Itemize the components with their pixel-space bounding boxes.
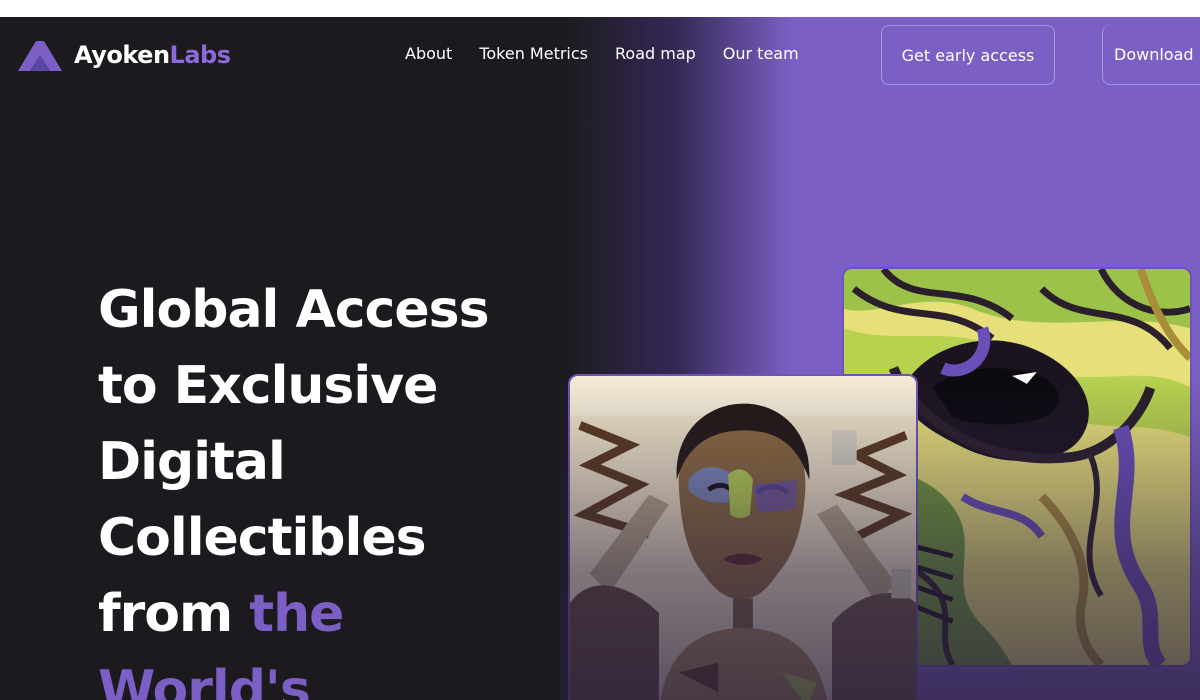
hero-line-1: Global Access: [98, 280, 490, 340]
site-header: AyokenLabs About Token Metrics Road map …: [0, 17, 1200, 92]
hero-title: Global Access to Exclusive Digital Colle…: [98, 272, 568, 700]
background-shade: [560, 377, 1200, 700]
brand-name-main: Ayoken: [74, 41, 170, 69]
download-button[interactable]: Download: [1102, 25, 1200, 85]
nav-item-about[interactable]: About: [405, 44, 452, 63]
hero-line-5: from the: [98, 576, 568, 652]
hero-line-5-accent: the: [249, 584, 344, 644]
nav-item-token-metrics[interactable]: Token Metrics: [479, 44, 588, 63]
hero-line-6: World's: [98, 660, 311, 700]
main-nav: About Token Metrics Road map Our team: [405, 44, 826, 63]
brand-name-accent: Labs: [169, 41, 231, 69]
hero-line-3: Digital: [98, 432, 286, 492]
ayoken-logo-icon: [18, 41, 62, 71]
hero-line-2: to Exclusive: [98, 356, 438, 416]
brand-logo[interactable]: AyokenLabs: [14, 37, 231, 73]
hero-line-4: Collectibles: [98, 508, 427, 568]
nav-item-our-team[interactable]: Our team: [723, 44, 799, 63]
nav-item-road-map[interactable]: Road map: [615, 44, 696, 63]
hero-line-5-plain: from: [98, 584, 250, 644]
brand-name: AyokenLabs: [74, 41, 231, 69]
landing-page: AyokenLabs About Token Metrics Road map …: [0, 17, 1200, 700]
get-early-access-button[interactable]: Get early access: [881, 25, 1055, 85]
